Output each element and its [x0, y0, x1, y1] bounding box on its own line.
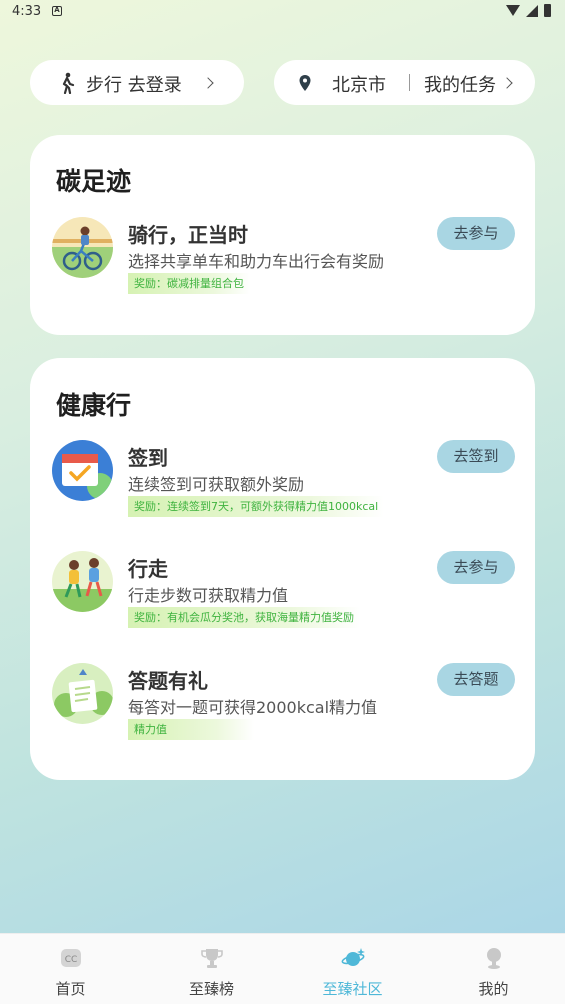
nav-label: 我的	[478, 980, 509, 998]
my-tasks-link[interactable]: 我的任务	[424, 71, 496, 97]
location-pill: 北京市 我的任务	[274, 60, 535, 105]
task-name: 骑行，正当时	[128, 223, 248, 247]
cycling-avatar-icon	[52, 217, 113, 278]
task-description: 行走步数可获取精力值	[128, 586, 289, 605]
status-time: 4:33	[12, 4, 42, 19]
card-title: 健康行	[56, 391, 132, 420]
nav-label: 首页	[55, 980, 86, 998]
divider	[409, 74, 410, 91]
nav-label: 至臻社区	[322, 980, 383, 998]
join-button[interactable]: 去参与	[437, 217, 515, 250]
quiz-avatar-icon	[52, 663, 113, 724]
task-item-checkin: 签到 连续签到可获取额外奖励 奖励：连续签到7天，可额外获得精力值1000kca…	[52, 440, 515, 520]
task-reward: 奖励：碳减排量组合包	[128, 273, 250, 294]
task-name: 答题有礼	[128, 669, 208, 693]
status-icons	[506, 4, 551, 17]
battery-icon	[544, 4, 551, 17]
profile-icon	[487, 948, 501, 969]
signal-icon	[526, 4, 538, 17]
trophy-icon	[201, 949, 223, 968]
task-item-quiz: 答题有礼 每答对一题可获得2000kcal精力值 精力值 去答题	[52, 663, 515, 743]
chevron-right-icon	[202, 77, 214, 89]
login-label: 步行 去登录	[86, 75, 182, 96]
location-pin-icon	[299, 75, 311, 91]
bottom-navigation: CC 首页 至臻榜 至臻社区 我的	[0, 933, 565, 1004]
nav-item-profile[interactable]: 我的	[423, 934, 564, 1004]
nav-item-home[interactable]: CC 首页	[0, 934, 141, 1004]
healthy-travel-card: 健康行 签到 连续签到可获取额外奖励 奖励：连续签到7天，可额外获得精力值100…	[30, 358, 535, 780]
join-button[interactable]: 去参与	[437, 551, 515, 584]
planet-icon	[341, 948, 365, 966]
calendar-check-avatar-icon	[52, 440, 113, 501]
wifi-icon	[506, 5, 520, 16]
task-reward: 奖励：连续签到7天，可额外获得精力值1000kcal	[128, 496, 385, 517]
login-pill-button[interactable]: 步行 去登录	[30, 60, 244, 105]
task-reward: 奖励：有机会瓜分奖池，获取海量精力值奖励	[128, 607, 360, 628]
walking-avatar-icon	[52, 551, 113, 612]
task-name: 签到	[128, 446, 168, 470]
checkin-button[interactable]: 去签到	[437, 440, 515, 473]
status-bar: 4:33 A	[0, 0, 565, 24]
home-icon: CC	[61, 949, 81, 967]
carbon-footprint-card: 碳足迹 骑行，正当时 选择共享单车和助力车出行会有奖励 奖励：碳减排量组合包 去…	[30, 135, 535, 335]
svg-text:CC: CC	[65, 955, 78, 965]
nav-item-leaderboard[interactable]: 至臻榜	[141, 934, 282, 1004]
task-reward: 精力值	[128, 719, 254, 740]
notification-icon: A	[52, 6, 62, 16]
card-title: 碳足迹	[56, 167, 132, 196]
walking-icon	[62, 72, 75, 94]
task-description: 选择共享单车和助力车出行会有奖励	[128, 252, 385, 271]
task-description: 连续签到可获取额外奖励	[128, 475, 305, 494]
nav-label: 至臻榜	[188, 980, 234, 998]
nav-item-community[interactable]: 至臻社区	[282, 934, 423, 1004]
task-name: 行走	[128, 557, 168, 581]
quiz-button[interactable]: 去答题	[437, 663, 515, 696]
task-description: 每答对一题可获得2000kcal精力值	[128, 698, 378, 717]
task-item-walking: 行走 行走步数可获取精力值 奖励：有机会瓜分奖池，获取海量精力值奖励 去参与	[52, 551, 515, 631]
task-item-cycling: 骑行，正当时 选择共享单车和助力车出行会有奖励 奖励：碳减排量组合包 去参与	[52, 217, 515, 297]
chevron-right-icon	[501, 77, 513, 89]
city-selector[interactable]: 北京市	[332, 71, 386, 97]
